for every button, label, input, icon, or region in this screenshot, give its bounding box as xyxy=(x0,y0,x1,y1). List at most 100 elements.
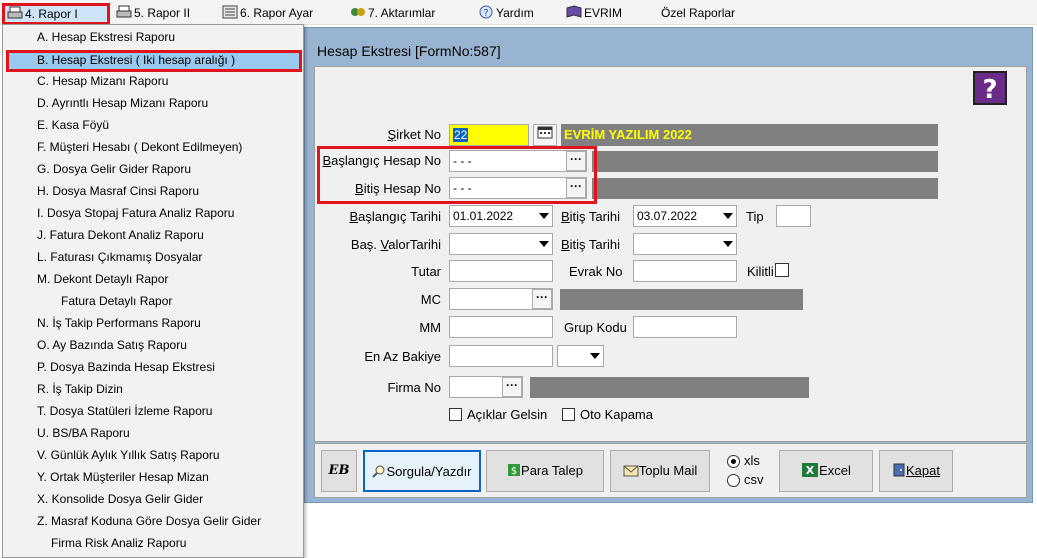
menu-item-dosya-statuleri[interactable]: T. Dosya Statüleri İzleme Raporu xyxy=(37,401,212,421)
tip-label: Tip xyxy=(746,209,764,224)
enaz-combo[interactable] xyxy=(557,345,604,367)
grup-input[interactable] xyxy=(633,316,737,338)
bitis-tarih-input[interactable]: 03.07.2022 xyxy=(633,205,737,227)
menu-item-masraf-cinsi[interactable]: H. Dosya Masraf Cinsi Raporu xyxy=(37,181,199,201)
help-icon[interactable]: ? xyxy=(973,71,1007,105)
menu-rapor-ayar[interactable]: 6. Rapor Ayar xyxy=(222,4,313,22)
menu-item-kasa-foyu[interactable]: E. Kasa Föyü xyxy=(37,115,109,135)
money-icon: $ xyxy=(507,453,521,493)
chevron-down-icon xyxy=(539,213,549,219)
mc-lookup-button[interactable]: ··· xyxy=(532,289,552,309)
aciklar-checkbox[interactable] xyxy=(449,408,462,421)
form-panel: ? Şirket No 22 EVRİM YAZILIM 2022 Başlan… xyxy=(314,66,1027,442)
menu-item-masraf-koduna[interactable]: Z. Masraf Koduna Göre Dosya Gelir Gider xyxy=(37,511,261,531)
menu-item-hesap-ekstresi-iki-hesap[interactable]: B. Hesap Ekstresi ( Iki hesap aralığı ) xyxy=(37,50,235,70)
calendar-icon xyxy=(537,126,553,139)
help-icon: ? xyxy=(478,5,494,19)
menu-item-gunluk-aylik[interactable]: V. Günlük Aylık Yıllık Satış Raporu xyxy=(37,445,220,465)
menu-item-fatura-dekont[interactable]: J. Fatura Dekont Analiz Raporu xyxy=(37,225,204,245)
menu-item-bs-ba[interactable]: U. BS/BA Raporu xyxy=(37,423,130,443)
csv-radio[interactable] xyxy=(727,474,740,487)
menu-item-is-takip-performans[interactable]: N. İş Takip Performans Raporu xyxy=(37,313,201,333)
enaz-label: En Az Bakiye xyxy=(364,349,441,364)
bitis-valor-input[interactable] xyxy=(633,233,737,255)
enaz-input[interactable] xyxy=(449,345,553,367)
menu-rapor-1[interactable]: 4. Rapor I xyxy=(2,3,110,25)
menu-aktarimlar[interactable]: 7. Aktarımlar xyxy=(350,4,435,22)
highlight-hesap-fields xyxy=(317,146,597,204)
chevron-down-icon xyxy=(723,241,733,247)
toplu-mail-button[interactable]: Toplu Mail xyxy=(610,450,710,492)
bitis-tarih-label: Bitiş Tarihi xyxy=(561,209,621,224)
menu-item-fatura-detayli[interactable]: Fatura Detaylı Rapor xyxy=(61,291,172,311)
menu-yardim[interactable]: ? Yardım xyxy=(478,4,534,22)
mm-input[interactable] xyxy=(449,316,553,338)
xls-label: xls xyxy=(744,453,760,468)
menu-evrim[interactable]: EVRIM xyxy=(566,4,622,22)
book-icon xyxy=(566,5,582,19)
firma-label: Firma No xyxy=(387,380,441,395)
list-settings-icon xyxy=(222,5,238,19)
excel-icon: X xyxy=(801,454,819,494)
menu-item-ortak-musteriler[interactable]: Y. Ortak Müşteriler Hesap Mizan xyxy=(37,467,209,487)
menu-item-faturasi-cikmamis[interactable]: L. Faturası Çıkmamış Dosyalar xyxy=(37,247,202,267)
menu-item-firma-risk[interactable]: Firma Risk Analiz Raporu xyxy=(51,533,186,553)
menu-item-dosya-bazinda[interactable]: P. Dosya Bazinda Hesap Ekstresi xyxy=(37,357,215,377)
menu-bar: 4. Rapor I 5. Rapor II 6. Rapor Ayar 7. … xyxy=(0,0,1037,25)
bitis-hesap-name xyxy=(592,178,938,199)
excel-button[interactable]: X Excel xyxy=(779,450,873,492)
mc-label: MC xyxy=(420,292,441,307)
menu-item-dekont-detayli[interactable]: M. Dekont Detaylı Rapor xyxy=(37,269,168,289)
kilitli-label: Kilitli xyxy=(747,264,774,279)
tutar-label: Tutar xyxy=(411,264,441,279)
menu-item-stopaj[interactable]: I. Dosya Stopaj Fatura Analiz Raporu xyxy=(37,203,234,223)
calendar-button[interactable] xyxy=(533,124,557,146)
tip-input[interactable] xyxy=(776,205,811,227)
menu-rapor-2[interactable]: 5. Rapor II xyxy=(116,4,190,22)
kapat-button[interactable]: Kapat xyxy=(879,450,953,492)
menu-item-is-takip-dizin[interactable]: R. İş Takip Dizin xyxy=(37,379,123,399)
firma-lookup-button[interactable]: ··· xyxy=(502,377,522,397)
menu-item-ay-bazinda[interactable]: O. Ay Bazında Satış Raporu xyxy=(37,335,187,355)
bas-tarih-label: Başlangıç Tarihi xyxy=(349,209,441,224)
form-window: Hesap Ekstresi [FormNo:587] ? Şirket No … xyxy=(304,27,1033,503)
menu-item-ayrintili-mizan[interactable]: D. Ayrıntlı Hesap Mizanı Raporu xyxy=(37,93,208,113)
menu-item-musteri-hesabi[interactable]: F. Müşteri Hesabı ( Dekont Edilmeyen) xyxy=(37,137,242,157)
menu-item-konsolide[interactable]: X. Konsolide Dosya Gelir Gider xyxy=(37,489,203,509)
aciklar-label: Açıklar Gelsin xyxy=(467,407,548,422)
sirket-input[interactable]: 22 xyxy=(449,124,529,146)
para-talep-button[interactable]: $ Para Talep xyxy=(486,450,604,492)
printer-icon xyxy=(116,5,132,19)
xls-radio[interactable] xyxy=(727,455,740,468)
bitis-tarih2-label: Bitiş Tarihi xyxy=(561,237,621,252)
bas-tarih-input[interactable]: 01.01.2022 xyxy=(449,205,553,227)
mc-name xyxy=(560,289,803,310)
tutar-input[interactable] xyxy=(449,260,553,282)
chevron-down-icon xyxy=(590,353,600,359)
bas-hesap-name xyxy=(592,151,938,172)
sirket-name: EVRİM YAZILIM 2022 xyxy=(561,124,938,146)
svg-text:X: X xyxy=(806,464,815,477)
sorgula-yazdir-button[interactable]: Sorgula/Yazdır xyxy=(363,450,481,492)
svg-text:$: $ xyxy=(511,466,517,477)
bas-valor-label: Baş. ValorTarihi xyxy=(350,237,441,252)
eb-button[interactable]: EB xyxy=(321,450,357,492)
kilitli-checkbox[interactable] xyxy=(775,263,789,277)
evrak-input[interactable] xyxy=(633,260,737,282)
svg-text:?: ? xyxy=(982,75,997,103)
evrak-label: Evrak No xyxy=(569,264,623,279)
button-panel: EB Sorgula/Yazdır $ Para Talep Toplu Mai… xyxy=(314,443,1027,498)
menu-ozel-raporlar[interactable]: Özel Raporlar xyxy=(661,4,735,22)
search-icon xyxy=(372,454,386,494)
menu-item-hesap-ekstresi[interactable]: A. Hesap Ekstresi Raporu xyxy=(37,27,175,47)
svg-text:?: ? xyxy=(483,8,488,19)
exit-door-icon xyxy=(892,453,906,493)
printer-icon xyxy=(7,6,23,20)
menu-item-hesap-mizani[interactable]: C. Hesap Mizanı Raporu xyxy=(37,71,168,91)
oto-kapama-label: Oto Kapama xyxy=(580,407,653,422)
firma-name xyxy=(530,377,809,398)
oto-kapama-checkbox[interactable] xyxy=(562,408,575,421)
chevron-down-icon xyxy=(539,241,549,247)
menu-item-dosya-gelir-gider[interactable]: G. Dosya Gelir Gider Raporu xyxy=(37,159,191,179)
bas-valor-input[interactable] xyxy=(449,233,553,255)
